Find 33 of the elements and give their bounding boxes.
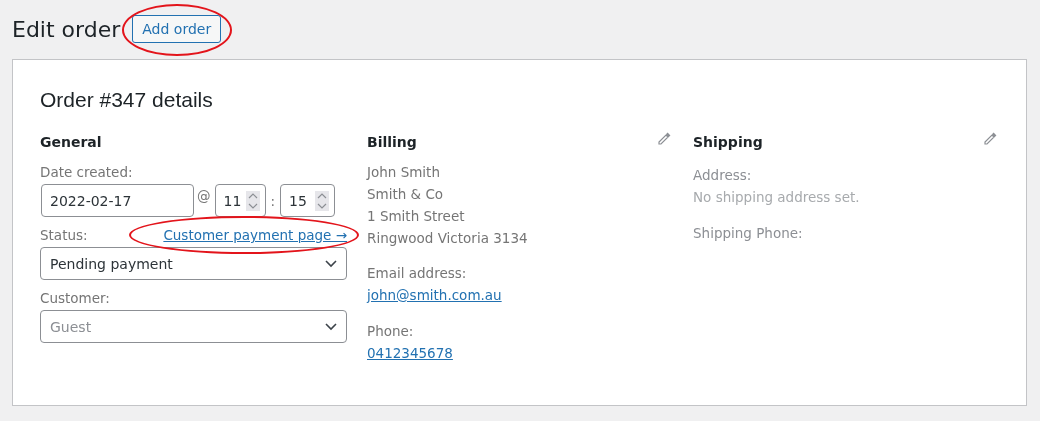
chevron-icon (325, 259, 337, 268)
pencil-icon (983, 132, 997, 146)
field-label: Email address: (367, 264, 468, 283)
field-label: Status: (40, 227, 88, 243)
field-label: Address: (693, 166, 753, 185)
add-order-button[interactable]: Add order (132, 15, 222, 43)
address-line: Smith & Co (367, 185, 445, 204)
section-heading: General (40, 134, 103, 150)
contact-link[interactable]: john@smith.com.au (367, 284, 502, 306)
field-label: Date created: (40, 164, 134, 180)
chevron-icon (325, 322, 337, 331)
payment-page-link[interactable]: Customer payment page → (163, 227, 347, 243)
time-field[interactable]: 15 (280, 184, 336, 217)
section-heading: Shipping (693, 134, 763, 150)
date-field[interactable]: 2022-02-17 (41, 184, 194, 217)
panel-title: Order #347 details (40, 88, 214, 112)
pencil-icon (657, 132, 671, 146)
spinner-icon (315, 190, 330, 211)
empty-note: No shipping address set. (693, 188, 861, 207)
address-line: 1 Smith Street (367, 207, 466, 226)
contact-link[interactable]: 0412345678 (367, 342, 453, 364)
field-label: Phone: (367, 322, 415, 341)
spinner-icon (245, 190, 260, 211)
time-separator: : (270, 192, 276, 209)
at-sign: @ (197, 188, 211, 204)
address-line: Ringwood Victoria 3134 (367, 229, 529, 248)
page-title: Edit order (12, 16, 121, 42)
section-heading: Billing (367, 134, 417, 150)
address-line: John Smith (367, 163, 441, 182)
status-select[interactable]: Pending payment (40, 247, 347, 280)
field-label: Customer: (40, 290, 111, 306)
field-label: Shipping Phone: (693, 224, 804, 243)
customer-select[interactable]: Guest (40, 310, 347, 343)
